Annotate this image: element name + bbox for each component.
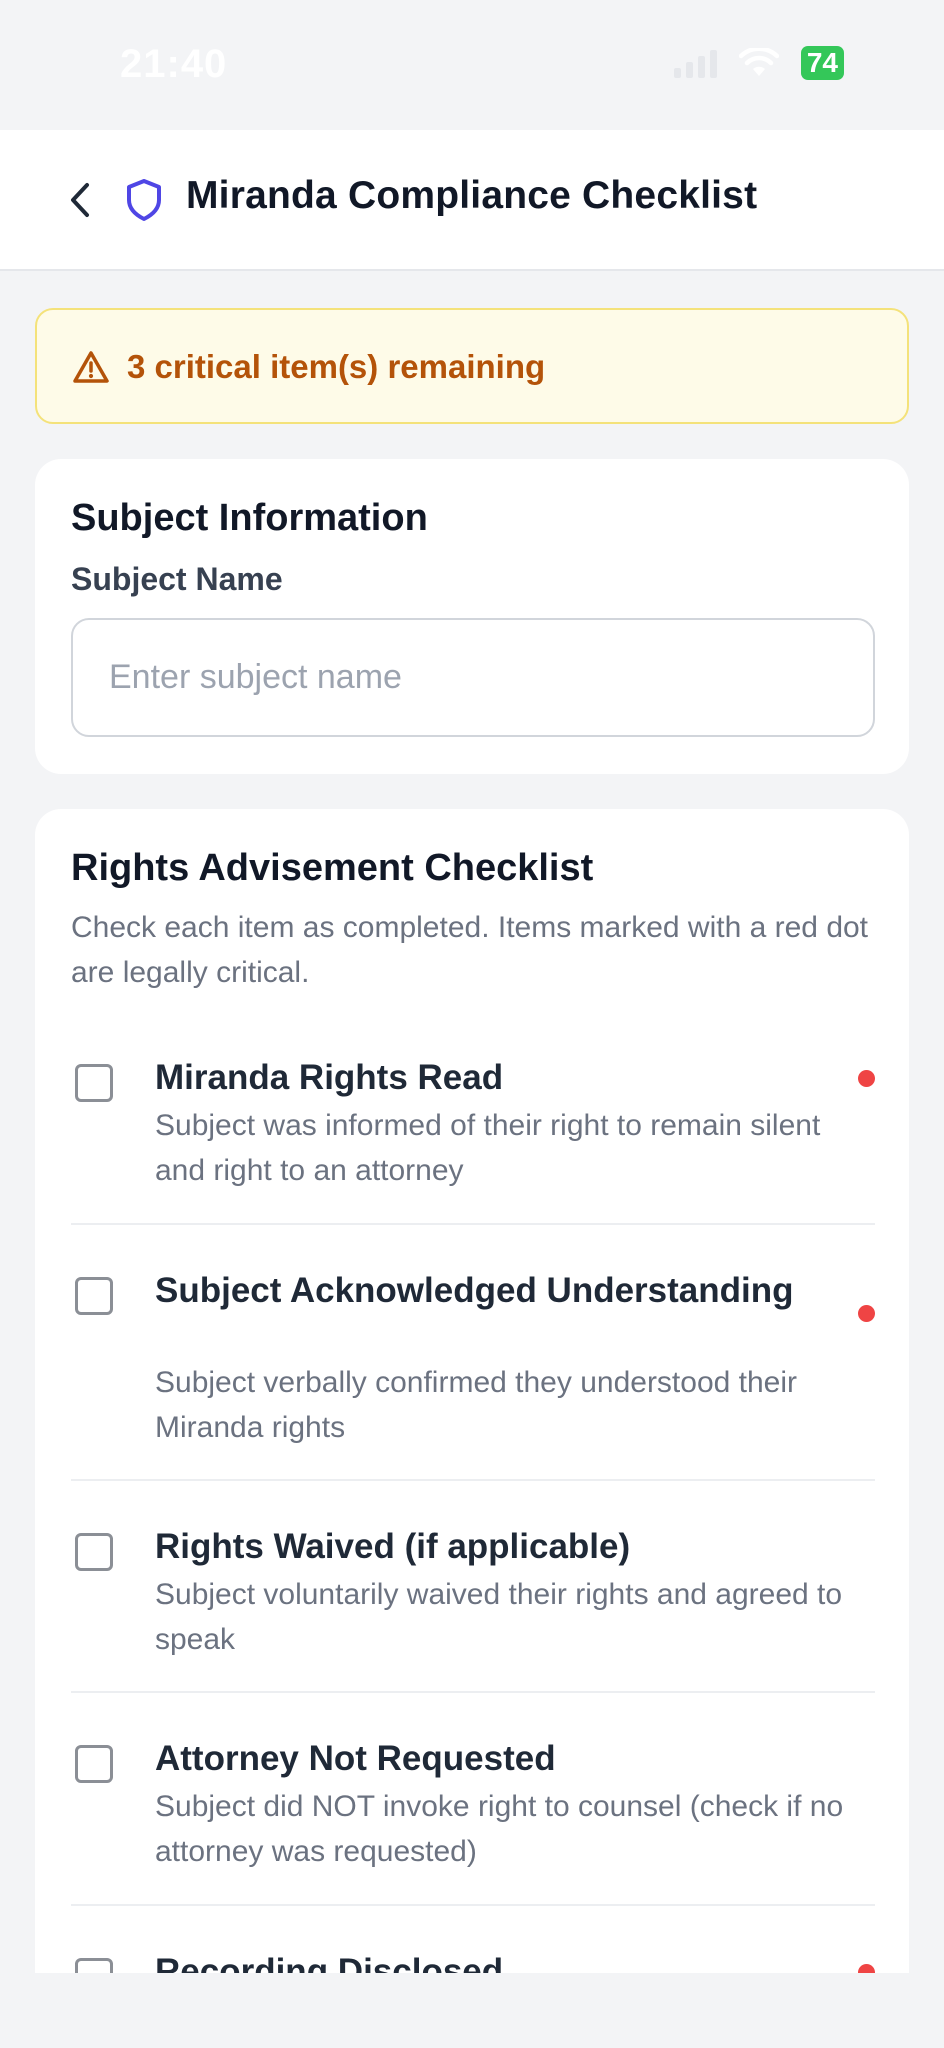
status-time: 21:40 (120, 42, 228, 86)
item-title: Attorney Not Requested (155, 1739, 556, 1778)
checklist-item-attorney-not-requested[interactable]: Attorney Not Requested Subject did NOT i… (71, 1693, 875, 1906)
battery-indicator: 74 (800, 46, 844, 80)
app-screen: 21:40 74 Miranda Compliance Checklist 3 … (0, 0, 944, 2048)
critical-dot (858, 1964, 875, 1973)
item-description: Subject verbally confirmed they understo… (155, 1366, 798, 1444)
back-button[interactable] (50, 170, 110, 230)
item-title: Subject Acknowledged Understanding (155, 1271, 794, 1310)
item-description: Subject was informed of their right to r… (155, 1109, 821, 1187)
checkbox[interactable] (75, 1277, 113, 1315)
content-area: 3 critical item(s) remaining Subject Inf… (0, 271, 944, 1973)
status-indicators: 74 (673, 46, 844, 80)
subject-name-input[interactable] (71, 618, 875, 737)
item-title: Rights Waived (if applicable) (155, 1527, 631, 1566)
checklist-title: Rights Advisement Checklist (71, 847, 594, 889)
wifi-icon (738, 48, 779, 76)
status-bar: 21:40 74 (0, 0, 944, 130)
item-title: Recording Disclosed (155, 1952, 504, 1973)
rights-checklist-card: Rights Advisement Checklist Check each i… (35, 809, 909, 1973)
checklist-item-recording-disclosed[interactable]: Recording Disclosed (71, 1906, 875, 1973)
signal-icon (673, 48, 717, 78)
subject-name-label: Subject Name (71, 561, 283, 597)
checkbox[interactable] (75, 1533, 113, 1571)
checklist-item-subject-acknowledged[interactable]: Subject Acknowledged Understanding Subje… (71, 1225, 875, 1481)
item-title: Miranda Rights Read (155, 1058, 504, 1097)
warning-icon (73, 351, 109, 383)
checkbox[interactable] (75, 1064, 113, 1102)
checklist-description: Check each item as completed. Items mark… (71, 911, 869, 989)
critical-dot (858, 1305, 875, 1322)
app-header: Miranda Compliance Checklist (0, 130, 944, 271)
chevron-left-icon (71, 183, 89, 217)
critical-items-alert: 3 critical item(s) remaining (35, 308, 909, 424)
bottom-bar (0, 1973, 944, 2048)
alert-text: 3 critical item(s) remaining (127, 348, 546, 385)
critical-dot (858, 1070, 875, 1087)
checklist-item-miranda-rights-read[interactable]: Miranda Rights Read Subject was informed… (71, 1042, 875, 1225)
checklist-item-rights-waived[interactable]: Rights Waived (if applicable) Subject vo… (71, 1481, 875, 1693)
item-description: Subject voluntarily waived their rights … (155, 1578, 843, 1656)
subject-information-card: Subject Information Subject Name (35, 459, 909, 774)
checkbox[interactable] (75, 1745, 113, 1783)
shield-icon (127, 179, 161, 221)
page-title: Miranda Compliance Checklist (186, 174, 758, 217)
item-description: Subject did NOT invoke right to counsel … (155, 1790, 844, 1868)
checkbox[interactable] (75, 1958, 113, 1973)
subject-card-title: Subject Information (71, 497, 428, 539)
